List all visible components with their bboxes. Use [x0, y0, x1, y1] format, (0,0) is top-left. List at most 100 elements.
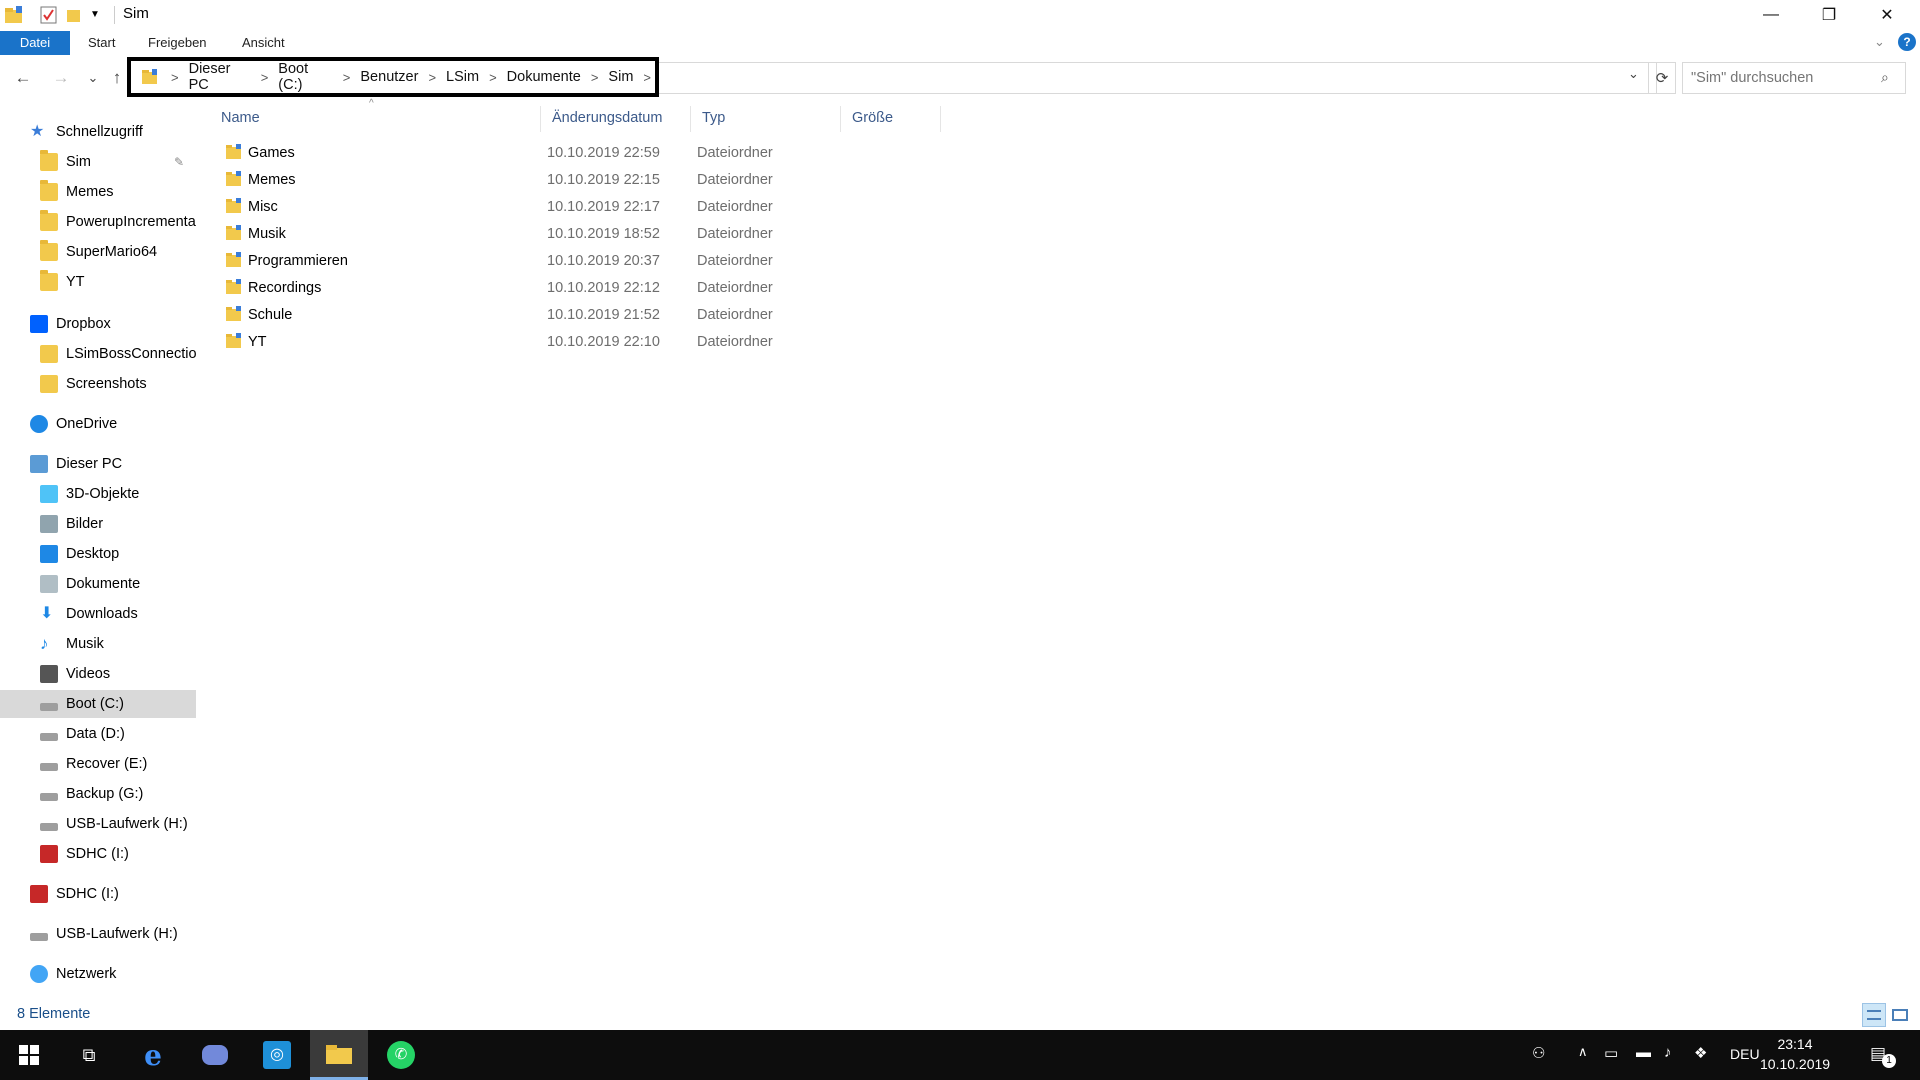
sidebar-item[interactable]: Dokumente	[0, 570, 196, 598]
help-icon[interactable]: ?	[1898, 33, 1916, 51]
file-row[interactable]: Games 10.10.2019 22:59 Dateiordner	[205, 140, 965, 167]
tab-start[interactable]: Start	[80, 31, 123, 55]
column-divider[interactable]	[940, 106, 941, 132]
breadcrumb-lsim[interactable]: LSim	[440, 69, 485, 85]
sidebar-item[interactable]: 3D-Objekte	[0, 480, 196, 508]
sidebar-item[interactable]: ★ Schnellzugriff	[0, 118, 196, 146]
breadcrumb[interactable]: > Dieser PC > Boot (C:) > Benutzer > LSi…	[127, 57, 659, 97]
file-row[interactable]: Misc 10.10.2019 22:17 Dateiordner	[205, 194, 965, 221]
explorer-app-icon[interactable]	[4, 5, 24, 25]
sidebar-item[interactable]: USB-Laufwerk (H:)	[0, 810, 196, 838]
search-icon[interactable]: ⌕	[1881, 69, 1889, 86]
column-header-size[interactable]: Größe	[840, 104, 940, 132]
address-history-dropdown-icon[interactable]: ⌄	[1628, 66, 1639, 82]
breadcrumb-separator[interactable]: >	[257, 70, 273, 85]
dropbox-tray-icon[interactable]: ❖	[1694, 1044, 1707, 1062]
refresh-button[interactable]: ⟳	[1648, 62, 1676, 94]
breadcrumb-benutzer[interactable]: Benutzer	[354, 69, 424, 85]
breadcrumb-dieser-pc[interactable]: Dieser PC	[183, 61, 257, 93]
details-view-button[interactable]	[1862, 1003, 1886, 1027]
dropbox-icon	[30, 315, 48, 333]
breadcrumb-dokumente[interactable]: Dokumente	[501, 69, 587, 85]
search-input[interactable]	[1682, 62, 1906, 94]
sidebar-item[interactable]: Boot (C:)	[0, 690, 196, 718]
sidebar-item[interactable]: LSimBossConnectio	[0, 340, 196, 368]
people-icon[interactable]: ⚇	[1532, 1044, 1545, 1062]
sidebar-item[interactable]: Netzwerk	[0, 960, 196, 988]
file-explorer-button[interactable]	[310, 1030, 368, 1080]
discord-button[interactable]	[186, 1030, 244, 1080]
maximize-button[interactable]: ❐	[1800, 0, 1858, 30]
large-icons-view-button[interactable]	[1888, 1003, 1912, 1027]
camera-app-button[interactable]: ◎	[248, 1030, 306, 1080]
battery-icon[interactable]: ▬	[1636, 1044, 1651, 1061]
sidebar-item[interactable]: Screenshots	[0, 370, 196, 398]
sidebar-item[interactable]: SDHC (I:)	[0, 840, 196, 868]
sidebar-item[interactable]: Backup (G:)	[0, 780, 196, 808]
breadcrumb-separator[interactable]: >	[639, 70, 655, 85]
start-button[interactable]	[0, 1030, 58, 1080]
sidebar-item[interactable]: ♪ Musik	[0, 630, 196, 658]
file-row[interactable]: Schule 10.10.2019 21:52 Dateiordner	[205, 302, 965, 329]
input-language[interactable]: DEU	[1730, 1046, 1760, 1062]
sidebar-item[interactable]: OneDrive	[0, 410, 196, 438]
network-status-icon[interactable]: ▭	[1604, 1044, 1618, 1062]
properties-icon[interactable]	[40, 5, 58, 25]
sidebar-item[interactable]: Recover (E:)	[0, 750, 196, 778]
sidebar-item[interactable]: SuperMario64	[0, 238, 196, 266]
close-button[interactable]: ✕	[1858, 0, 1916, 30]
taskbar-clock[interactable]: 23:14 10.10.2019	[1760, 1034, 1830, 1074]
file-date: 10.10.2019 22:17	[547, 199, 660, 215]
breadcrumb-separator[interactable]: >	[167, 70, 183, 85]
sidebar-item[interactable]: USB-Laufwerk (H:)	[0, 920, 196, 948]
computer-icon	[30, 455, 48, 473]
forward-button[interactable]: →	[50, 66, 72, 90]
file-row[interactable]: Programmieren 10.10.2019 20:37 Dateiordner	[205, 248, 965, 275]
sidebar-item[interactable]: Dropbox	[0, 310, 196, 338]
up-button[interactable]: ↑	[106, 66, 128, 90]
show-hidden-icons-icon[interactable]: ∧	[1578, 1044, 1588, 1060]
tab-ansicht[interactable]: Ansicht	[234, 31, 293, 55]
recent-locations-button[interactable]: ⌄	[82, 66, 104, 90]
ribbon-expand-icon[interactable]: ⌄	[1874, 34, 1885, 50]
sidebar-item[interactable]: Sim ✎	[0, 148, 196, 176]
column-header-type[interactable]: Typ	[690, 104, 840, 132]
sidebar-item[interactable]: Bilder	[0, 510, 196, 538]
sidebar-item[interactable]: ⬇ Downloads	[0, 600, 196, 628]
edge-button[interactable]: e	[124, 1030, 182, 1080]
minimize-button[interactable]: —	[1742, 0, 1800, 30]
file-row[interactable]: Musik 10.10.2019 18:52 Dateiordner	[205, 221, 965, 248]
sidebar-item[interactable]: Dieser PC	[0, 450, 196, 478]
pin-icon[interactable]: ✎	[174, 155, 184, 169]
sidebar-item[interactable]: YT	[0, 268, 196, 296]
volume-icon[interactable]: ♪	[1664, 1044, 1672, 1061]
sidebar-item-label: USB-Laufwerk (H:)	[66, 816, 188, 832]
breadcrumb-separator[interactable]: >	[339, 70, 355, 85]
discord-icon	[202, 1045, 228, 1065]
whatsapp-button[interactable]: ✆	[372, 1030, 430, 1080]
breadcrumb-sim[interactable]: Sim	[602, 69, 639, 85]
sidebar-item[interactable]: Videos	[0, 660, 196, 688]
task-view-button[interactable]: ⧉	[60, 1030, 118, 1080]
sidebar-item[interactable]: Desktop	[0, 540, 196, 568]
file-row[interactable]: Memes 10.10.2019 22:15 Dateiordner	[205, 167, 965, 194]
sidebar-item[interactable]: Data (D:)	[0, 720, 196, 748]
breadcrumb-separator[interactable]: >	[424, 70, 440, 85]
tab-freigeben[interactable]: Freigeben	[140, 31, 215, 55]
tab-datei[interactable]: Datei	[0, 31, 70, 55]
sidebar-item[interactable]: PowerupIncrementa	[0, 208, 196, 236]
sidebar-item[interactable]: SDHC (I:)	[0, 880, 196, 908]
new-folder-icon[interactable]	[66, 5, 82, 25]
breadcrumb-separator[interactable]: >	[587, 70, 603, 85]
file-row[interactable]: YT 10.10.2019 22:10 Dateiordner	[205, 329, 965, 356]
folder-icon	[226, 279, 243, 294]
back-button[interactable]: ←	[12, 66, 34, 90]
column-header-date[interactable]: Änderungsdatum	[540, 104, 690, 132]
breadcrumb-boot-c[interactable]: Boot (C:)	[272, 61, 339, 93]
customize-toolbar-icon[interactable]: ▼	[90, 9, 100, 29]
sidebar-item-label: USB-Laufwerk (H:)	[56, 926, 178, 942]
breadcrumb-separator[interactable]: >	[485, 70, 501, 85]
file-row[interactable]: Recordings 10.10.2019 22:12 Dateiordner	[205, 275, 965, 302]
column-header-name[interactable]: Name	[205, 104, 540, 132]
sidebar-item[interactable]: Memes	[0, 178, 196, 206]
